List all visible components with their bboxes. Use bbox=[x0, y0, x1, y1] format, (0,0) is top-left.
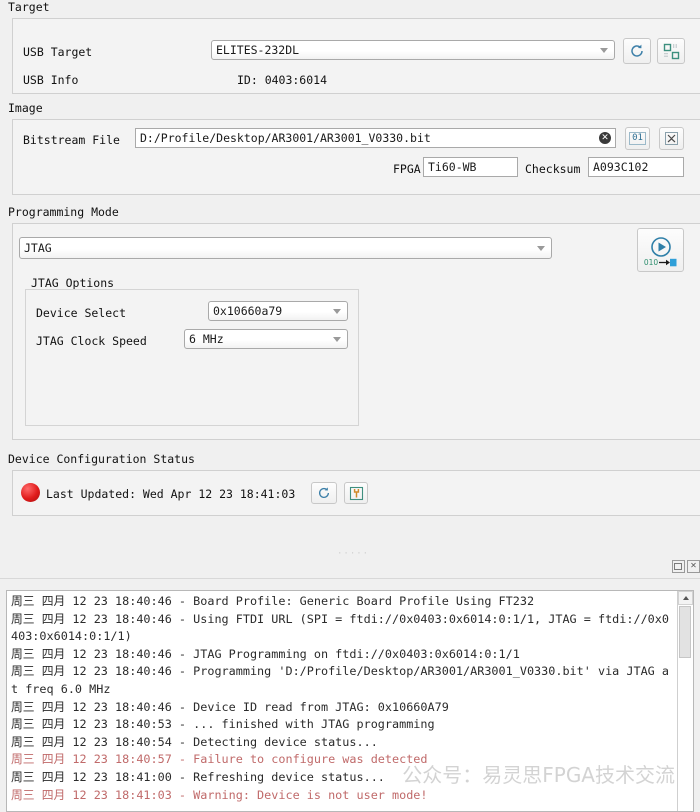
chevron-down-icon bbox=[333, 309, 341, 314]
bitstream-file-label: Bitstream File bbox=[23, 133, 120, 147]
image-group: Bitstream File D:/Profile/Desktop/AR3001… bbox=[12, 119, 700, 195]
programming-mode-group: JTAG 010 JTAG Options Device Select 0x10… bbox=[12, 223, 700, 440]
dock-float-button[interactable] bbox=[672, 560, 685, 573]
jtag-clock-speed-combo[interactable]: 6 MHz bbox=[184, 329, 348, 349]
last-updated-text: Last Updated: Wed Apr 12 23 18:41:03 bbox=[46, 487, 296, 501]
status-led bbox=[21, 483, 40, 502]
device-status-group: Last Updated: Wed Apr 12 23 18:41:03 bbox=[12, 470, 700, 516]
usb-target-combo[interactable]: ELITES-232DL bbox=[211, 40, 615, 60]
fpga-label: FPGA bbox=[393, 162, 421, 176]
log-line: 周三 四月 12 23 18:41:03 - Warning: Device i… bbox=[11, 787, 428, 802]
program-play-icon bbox=[650, 237, 671, 257]
device-select-value: 0x10660a79 bbox=[213, 304, 283, 318]
jtag-clock-speed-label: JTAG Clock Speed bbox=[36, 334, 147, 348]
device-status-section-title: Device Configuration Status bbox=[8, 452, 195, 466]
programming-mode-section-title: Programming Mode bbox=[8, 205, 119, 219]
bitstream-file-value: D:/Profile/Desktop/AR3001/AR3001_V0330.b… bbox=[140, 131, 431, 145]
jtag-clock-speed-value: 6 MHz bbox=[189, 332, 224, 346]
log-line: 周三 四月 12 23 18:40:46 - Device ID read fr… bbox=[11, 699, 449, 714]
float-window-icon bbox=[674, 563, 682, 570]
hex-compress-icon bbox=[665, 132, 678, 145]
log-line: 周三 四月 12 23 18:40:54 - Detecting device … bbox=[11, 734, 378, 749]
log-line: 周三 四月 12 23 18:40:57 - Failure to config… bbox=[11, 752, 428, 767]
checksum-label: Checksum bbox=[525, 162, 581, 176]
programming-mode-value: JTAG bbox=[24, 241, 52, 255]
status-refresh-button[interactable] bbox=[311, 482, 337, 504]
log-line: 周三 四月 12 23 18:40:53 - ... finished with… bbox=[11, 717, 435, 732]
checksum-input[interactable]: A093C102 bbox=[588, 157, 684, 177]
log-scrollbar[interactable] bbox=[677, 591, 693, 811]
wrench-chip-icon bbox=[349, 486, 363, 500]
log-line: 周三 四月 12 23 18:40:46 - JTAG Programming … bbox=[11, 646, 520, 661]
log-text: 周三 四月 12 23 18:40:46 - Board Profile: Ge… bbox=[11, 593, 673, 804]
refresh-icon bbox=[318, 487, 330, 498]
chevron-down-icon bbox=[537, 246, 545, 251]
target-group: USB Target ELITES-232DL USB Info ID: 040… bbox=[12, 18, 700, 94]
status-tools-button[interactable] bbox=[344, 482, 368, 504]
fpga-input[interactable]: Ti60-WB bbox=[423, 157, 518, 177]
program-binary-label: 010 bbox=[643, 258, 659, 267]
chevron-down-icon bbox=[600, 48, 608, 53]
image-section-title: Image bbox=[8, 101, 43, 115]
log-line: 周三 四月 12 23 18:40:46 - Programming 'D:/P… bbox=[11, 664, 669, 696]
scan-chain-icon bbox=[663, 43, 679, 59]
scroll-up-button[interactable] bbox=[678, 591, 693, 605]
log-line: 周三 四月 12 23 18:40:46 - Board Profile: Ge… bbox=[11, 594, 535, 608]
usb-info-label: USB Info bbox=[23, 73, 79, 87]
scrollbar-thumb[interactable] bbox=[679, 606, 691, 658]
splitter-grip[interactable]: ····· bbox=[337, 549, 369, 559]
binary-01-icon: 01 bbox=[629, 132, 646, 145]
triangle-up-icon bbox=[682, 596, 689, 600]
device-select-combo[interactable]: 0x10660a79 bbox=[208, 301, 348, 321]
program-button[interactable]: 010 bbox=[637, 228, 684, 272]
refresh-icon bbox=[631, 44, 643, 57]
dock-close-button[interactable]: ✕ bbox=[687, 560, 700, 573]
log-line: 周三 四月 12 23 18:40:46 - Using FTDI URL (S… bbox=[11, 611, 669, 644]
chip-arrow-icon bbox=[659, 258, 677, 267]
usb-info-value: ID: 0403:6014 bbox=[237, 73, 328, 87]
target-section-title: Target bbox=[8, 0, 50, 14]
device-select-label: Device Select bbox=[36, 306, 127, 320]
usb-refresh-button[interactable] bbox=[623, 38, 651, 64]
chevron-down-icon bbox=[333, 337, 341, 342]
usb-target-label: USB Target bbox=[23, 45, 93, 59]
usb-scan-button[interactable] bbox=[657, 38, 685, 64]
log-line: 周三 四月 12 23 18:41:00 - Refreshing device… bbox=[11, 769, 385, 784]
close-icon: ✕ bbox=[690, 561, 697, 570]
bitstream-file-input[interactable]: D:/Profile/Desktop/AR3001/AR3001_V0330.b… bbox=[135, 128, 616, 148]
fpga-value: Ti60-WB bbox=[428, 160, 477, 174]
binary-view-button[interactable]: 01 bbox=[625, 127, 650, 150]
usb-target-value: ELITES-232DL bbox=[216, 43, 300, 57]
hex-view-button[interactable] bbox=[659, 127, 684, 150]
checksum-value: A093C102 bbox=[593, 160, 649, 174]
dock-divider bbox=[0, 578, 700, 579]
programming-mode-combo[interactable]: JTAG bbox=[19, 237, 552, 259]
jtag-options-group: Device Select 0x10660a79 JTAG Clock Spee… bbox=[25, 289, 359, 426]
clear-icon[interactable]: ✕ bbox=[599, 132, 611, 144]
log-panel[interactable]: 周三 四月 12 23 18:40:46 - Board Profile: Ge… bbox=[6, 590, 694, 812]
jtag-options-title: JTAG Options bbox=[31, 276, 115, 290]
